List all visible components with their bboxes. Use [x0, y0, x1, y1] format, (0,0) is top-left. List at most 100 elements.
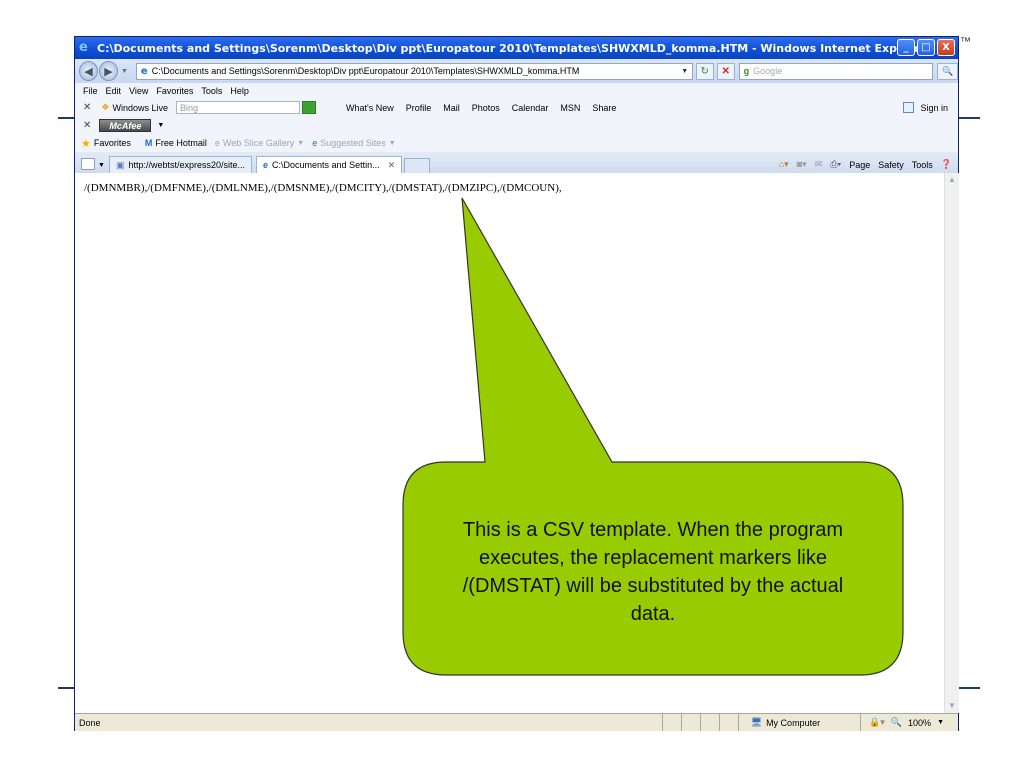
scroll-up-icon[interactable]: ▲ [945, 173, 959, 187]
link-calendar[interactable]: Calendar [512, 103, 549, 113]
hotmail-icon: M [144, 138, 153, 148]
tab-bar: ▼ ▣ http://webtst/express20/site... e C:… [75, 152, 958, 174]
minimize-button[interactable]: _ [897, 39, 915, 56]
tab-webtst[interactable]: ▣ http://webtst/express20/site... [108, 156, 253, 173]
window-controls: _ □ X [897, 39, 955, 56]
stop-icon[interactable]: ✕ [716, 62, 735, 80]
mail-icon[interactable]: ✉ [815, 159, 823, 170]
bing-search-input[interactable]: Bing [176, 101, 300, 114]
search-icon[interactable]: 🔍 [937, 62, 959, 80]
address-dropdown-icon[interactable]: ▼ [678, 68, 692, 75]
menu-file[interactable]: File [83, 86, 98, 96]
zone-label: My Computer [766, 717, 821, 728]
link-whats-new[interactable]: What's New [346, 103, 394, 113]
search-input[interactable]: g Google [738, 62, 934, 80]
ie-logo-icon: e [79, 40, 88, 55]
close-tab-icon[interactable]: ✕ [388, 160, 396, 171]
tab-list-dropdown-icon[interactable]: ▼ [98, 162, 105, 169]
print-icon[interactable]: ⎙▾ [830, 159, 841, 170]
status-cell [661, 714, 681, 731]
help-icon[interactable]: ❓ [941, 159, 952, 170]
web-slice-icon: e [214, 138, 220, 148]
status-cell [718, 714, 738, 731]
quick-tabs-icon[interactable] [81, 158, 95, 170]
feeds-icon[interactable]: ◙▾ [797, 159, 807, 170]
zoom-dropdown-icon: ▼ [937, 719, 944, 726]
vertical-scrollbar[interactable]: ▲ ▼ [944, 173, 959, 713]
safety-menu[interactable]: Safety [878, 160, 904, 170]
maximize-button[interactable]: □ [917, 39, 935, 56]
slide-right-top-rule [958, 117, 980, 119]
fav-web-slice-gallery[interactable]: e Web Slice Gallery ▼ [215, 138, 304, 148]
chevron-down-icon: ▼ [297, 139, 305, 147]
close-toolbar-icon[interactable]: ✕ [83, 102, 91, 113]
address-row: ◀ ▶ ▼ e C:\Documents and Settings\Sorenm… [75, 59, 959, 83]
suggested-sites-icon: e [312, 138, 318, 148]
window-title: C:\Documents and Settings\Sorenm\Desktop… [97, 41, 927, 55]
callout-text: This is a CSV template. When the program… [462, 519, 844, 625]
zoom-control[interactable]: 🔒▾ 🔍 100% ▼ [860, 714, 958, 731]
title-bar[interactable]: e C:\Documents and Settings\Sorenm\Deskt… [75, 37, 958, 59]
trademark-mark: ™ [960, 36, 971, 48]
fav-web-slice-label: Web Slice Gallery [222, 138, 295, 148]
page-menu[interactable]: Page [849, 160, 870, 170]
webpage-icon: ▣ [115, 159, 125, 170]
page-icon: e [140, 65, 148, 77]
sign-in-button[interactable]: Sign in [903, 102, 948, 113]
menu-edit[interactable]: Edit [106, 86, 122, 96]
refresh-icon[interactable]: ↻ [695, 62, 714, 80]
back-button[interactable]: ◀ [79, 61, 98, 81]
computer-icon: 🖥 [750, 717, 763, 727]
checkbox-icon [903, 102, 915, 113]
address-bar[interactable]: e C:\Documents and Settings\Sorenm\Deskt… [135, 62, 693, 80]
scroll-down-icon[interactable]: ▼ [945, 699, 959, 713]
fav-suggested-sites[interactable]: e Suggested Sites ▼ [312, 138, 396, 148]
fav-free-hotmail[interactable]: M Free Hotmail [145, 138, 207, 148]
link-profile[interactable]: Profile [406, 103, 432, 113]
menu-help[interactable]: Help [230, 86, 249, 96]
mcafee-button[interactable]: McAfee [99, 119, 152, 132]
command-bar: ⌂▾ ◙▾ ✉ ⎙▾ Page Safety Tools ❓ [779, 159, 952, 170]
status-cell [699, 714, 719, 731]
menu-view[interactable]: View [129, 86, 148, 96]
close-button[interactable]: X [937, 39, 955, 56]
fav-free-hotmail-label: Free Hotmail [155, 138, 207, 148]
home-icon[interactable]: ⌂▾ [779, 159, 789, 170]
zoom-level: 100% [908, 717, 932, 728]
menu-bar: File Edit View Favorites Tools Help [75, 83, 958, 99]
slide-right-bottom-rule [958, 687, 980, 689]
windows-live-button[interactable]: ❖ Windows Live [101, 102, 168, 113]
zoom-icon: 🔍 [890, 717, 903, 727]
forward-button[interactable]: ▶ [98, 61, 118, 81]
security-zone[interactable]: 🖥 My Computer [737, 714, 860, 731]
status-cell [680, 714, 700, 731]
chevron-down-icon: ▼ [388, 139, 396, 147]
status-bar: Done 🖥 My Computer 🔒▾ 🔍 100% ▼ [75, 713, 958, 731]
link-mail[interactable]: Mail [443, 103, 460, 113]
protected-mode-icon: 🔒▾ [869, 717, 885, 727]
link-share[interactable]: Share [592, 103, 616, 113]
favorites-button[interactable]: Favorites [94, 138, 131, 148]
new-tab-button[interactable] [404, 158, 431, 173]
template-text: /(DMNMBR),/(DMFNME),/(DMLNME),/(DMSNME),… [84, 182, 562, 194]
favorites-star-icon: ★ [81, 137, 91, 150]
mcafee-dropdown-icon[interactable]: ▼ [157, 122, 164, 129]
sign-in-label: Sign in [920, 102, 948, 113]
tab-documents[interactable]: e C:\Documents and Settin... ✕ [256, 156, 403, 173]
menu-favorites[interactable]: Favorites [156, 86, 193, 96]
link-msn[interactable]: MSN [560, 103, 580, 113]
bing-search-button[interactable] [302, 101, 316, 114]
mcafee-toolbar: ✕ McAfee ▼ [75, 117, 958, 135]
fav-suggested-label: Suggested Sites [320, 138, 386, 148]
history-dropdown-icon[interactable]: ▼ [121, 68, 128, 75]
tab-documents-label: C:\Documents and Settin... [272, 160, 380, 170]
windows-live-toolbar: ✕ ❖ Windows Live Bing What's New Profile… [75, 98, 958, 118]
windows-live-icon: ❖ [101, 102, 110, 112]
menu-tools[interactable]: Tools [201, 86, 222, 96]
close-mcafee-icon[interactable]: ✕ [83, 120, 91, 131]
windows-live-label: Windows Live [112, 102, 168, 113]
link-photos[interactable]: Photos [472, 103, 500, 113]
tab-webtst-label: http://webtst/express20/site... [128, 160, 246, 170]
tools-menu[interactable]: Tools [912, 160, 933, 170]
google-icon: g [743, 66, 750, 76]
